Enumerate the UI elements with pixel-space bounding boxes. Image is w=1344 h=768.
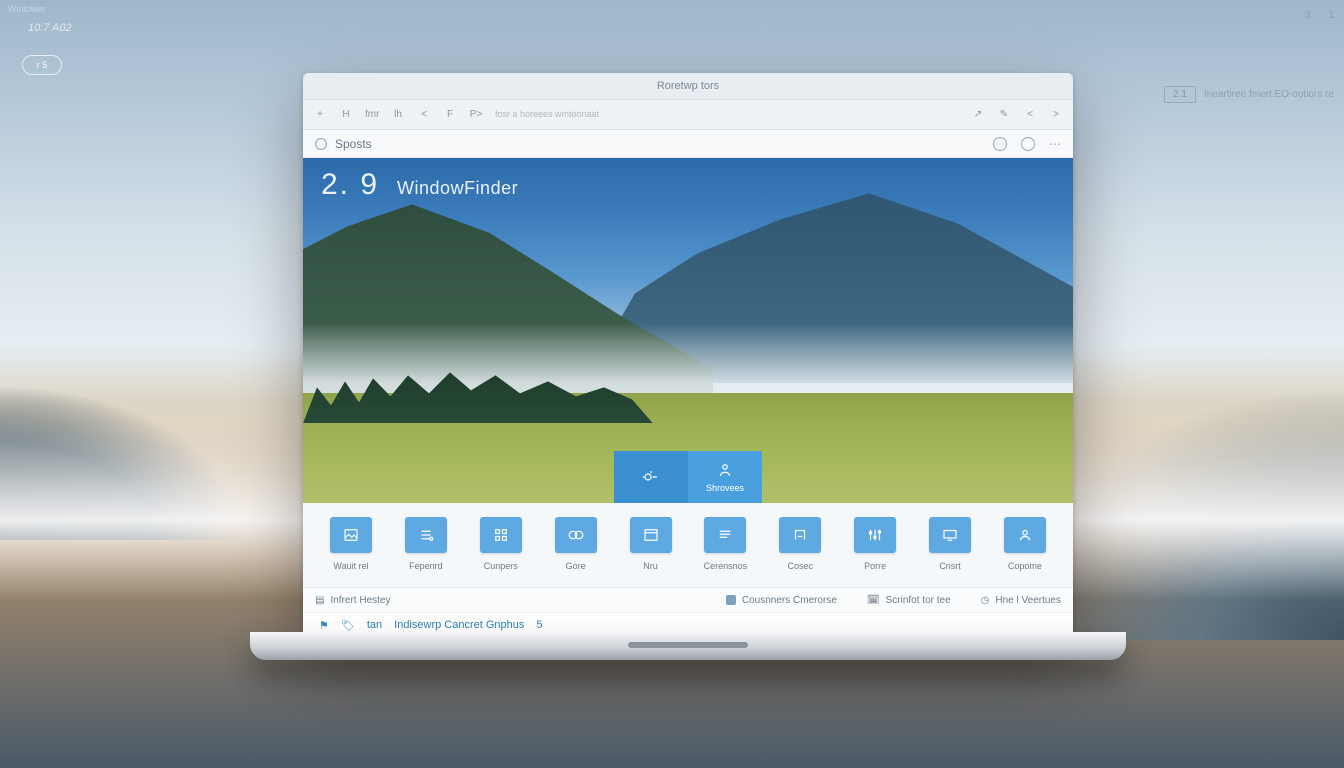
hero-area: 2. 9 WindowFinder Shrovees <box>303 158 1073 503</box>
lines-icon <box>716 526 734 544</box>
desktop-topright-indicators: 3 1 <box>1305 10 1334 21</box>
status-label: Cousnners Cmerorse <box>742 595 837 606</box>
tile-0[interactable]: Wauit rel <box>321 517 381 571</box>
bottom-link-b[interactable]: Indisewrp Cancret Gnphus <box>394 619 524 631</box>
flag-icon[interactable]: ⚑ <box>319 619 329 632</box>
clock-icon[interactable] <box>1021 137 1035 151</box>
subbar-app-icon <box>315 138 327 150</box>
toolbar-btn-6[interactable]: F <box>443 109 457 120</box>
desktop-pill-button[interactable]: r 5 <box>22 55 62 75</box>
toolbar-add[interactable]: + <box>313 109 327 120</box>
toolbar-address[interactable]: fosr a horeees wmtoonaat <box>495 109 599 119</box>
toolbar-btn-3[interactable]: fmr <box>365 109 379 120</box>
window-icon <box>642 526 660 544</box>
tile-1[interactable]: Fepenrd <box>396 517 456 571</box>
status-label: Scrinfot tor tee <box>886 595 951 606</box>
tile-label: Nru <box>643 561 658 571</box>
grid-icon <box>492 526 510 544</box>
desktop-corner-label: Wintower <box>8 4 46 14</box>
banner-text: Ineartiree fmert.EO-ootiors re <box>1204 89 1334 100</box>
hero-number: 2. 9 <box>321 168 379 202</box>
tile-3[interactable]: Gore <box>546 517 606 571</box>
user-icon <box>1016 526 1034 544</box>
list-icon <box>417 526 435 544</box>
square-icon <box>726 595 736 605</box>
weather-icon <box>642 468 660 486</box>
subbar-label: Sposts <box>335 137 372 151</box>
tile-label: Porre <box>864 561 886 571</box>
tiles-row: Wauit rel Fepenrd Cunpers Gore Nru Ceren… <box>303 503 1073 587</box>
tile-label: Gore <box>566 561 586 571</box>
tag-icon[interactable]: 🏷 <box>341 619 355 632</box>
tile-label: Cosec <box>787 561 813 571</box>
hero-app-name: WindowFinder <box>397 178 518 199</box>
hero-card-person[interactable]: Shrovees <box>688 451 762 503</box>
hero-card-label: Shrovees <box>706 483 744 493</box>
toolbar: + H fmr lh < F P> fosr a horeees wmtoona… <box>303 100 1073 130</box>
device-bezel <box>250 632 1126 660</box>
hero-title: 2. 9 WindowFinder <box>321 168 518 202</box>
tile-label: Cunpers <box>484 561 518 571</box>
tile-label: Cerensnos <box>704 561 748 571</box>
text-icon <box>791 526 809 544</box>
status-label: Infrert Hestey <box>330 595 390 606</box>
tile-8[interactable]: Cnsrt <box>920 517 980 571</box>
status-label: Hne l Veertues <box>995 595 1061 606</box>
tile-2[interactable]: Cunpers <box>471 517 531 571</box>
menu-icon[interactable]: ⋯ <box>1049 137 1061 151</box>
tile-label: Wauit rel <box>333 561 368 571</box>
clock-status-icon: ◷ <box>981 595 990 606</box>
toolbar-btn-7[interactable]: P> <box>469 109 483 120</box>
tile-label: Fepenrd <box>409 561 443 571</box>
tile-label: Copome <box>1008 561 1042 571</box>
bottom-link-c[interactable]: 5 <box>536 619 542 631</box>
calendar-icon: 🗓 <box>867 595 880 606</box>
toolbar-share-icon[interactable]: ↗ <box>971 109 985 120</box>
tile-5[interactable]: Cerensnos <box>695 517 755 571</box>
image-icon <box>342 526 360 544</box>
hero-card-weather[interactable] <box>614 451 688 503</box>
status-item-2[interactable]: 🗓 Scrinfot tor tee <box>867 595 951 606</box>
status-item-3[interactable]: ◷ Hne l Veertues <box>981 595 1061 606</box>
banner-badge[interactable]: 2.1 <box>1164 86 1196 103</box>
toolbar-btn-4[interactable]: lh <box>391 109 405 120</box>
sliders-icon <box>866 526 884 544</box>
screen-icon <box>941 526 959 544</box>
status-item-0[interactable]: ▤ Infrert Hestey <box>315 595 390 606</box>
bottom-link-a[interactable]: tan <box>367 619 382 631</box>
tile-6[interactable]: Cosec <box>770 517 830 571</box>
toolbar-btn-5[interactable]: < <box>417 109 431 120</box>
tile-9[interactable]: Copome <box>995 517 1055 571</box>
tile-4[interactable]: Nru <box>621 517 681 571</box>
toolbar-forward-icon[interactable]: > <box>1049 109 1063 120</box>
tile-label: Cnsrt <box>939 561 961 571</box>
status-bar: ▤ Infrert Hestey Cousnners Cmerorse 🗓 Sc… <box>303 587 1073 612</box>
window-title: Roretwp tors <box>657 80 719 92</box>
refresh-icon[interactable] <box>993 137 1007 151</box>
toolbar-btn-2[interactable]: H <box>339 109 353 120</box>
desktop-corner-time: 10:7 A02 <box>28 22 72 34</box>
subbar: Sposts ⋯ <box>303 130 1073 158</box>
toolbar-back-icon[interactable]: < <box>1023 109 1037 120</box>
tile-7[interactable]: Porre <box>845 517 905 571</box>
document-icon: ▤ <box>315 595 324 606</box>
number-icon <box>567 526 585 544</box>
indicator-b: 1 <box>1328 10 1334 21</box>
person-icon <box>716 461 734 479</box>
window-titlebar[interactable]: Roretwp tors <box>303 73 1073 100</box>
hero-cards: Shrovees <box>614 451 762 503</box>
app-window: Roretwp tors + H fmr lh < F P> fosr a ho… <box>303 73 1073 638</box>
desktop-banner: 2.1 Ineartiree fmert.EO-ootiors re <box>1164 86 1334 103</box>
indicator-a: 3 <box>1305 10 1311 21</box>
status-item-1[interactable]: Cousnners Cmerorse <box>726 595 837 606</box>
toolbar-edit-icon[interactable]: ✎ <box>997 109 1011 120</box>
